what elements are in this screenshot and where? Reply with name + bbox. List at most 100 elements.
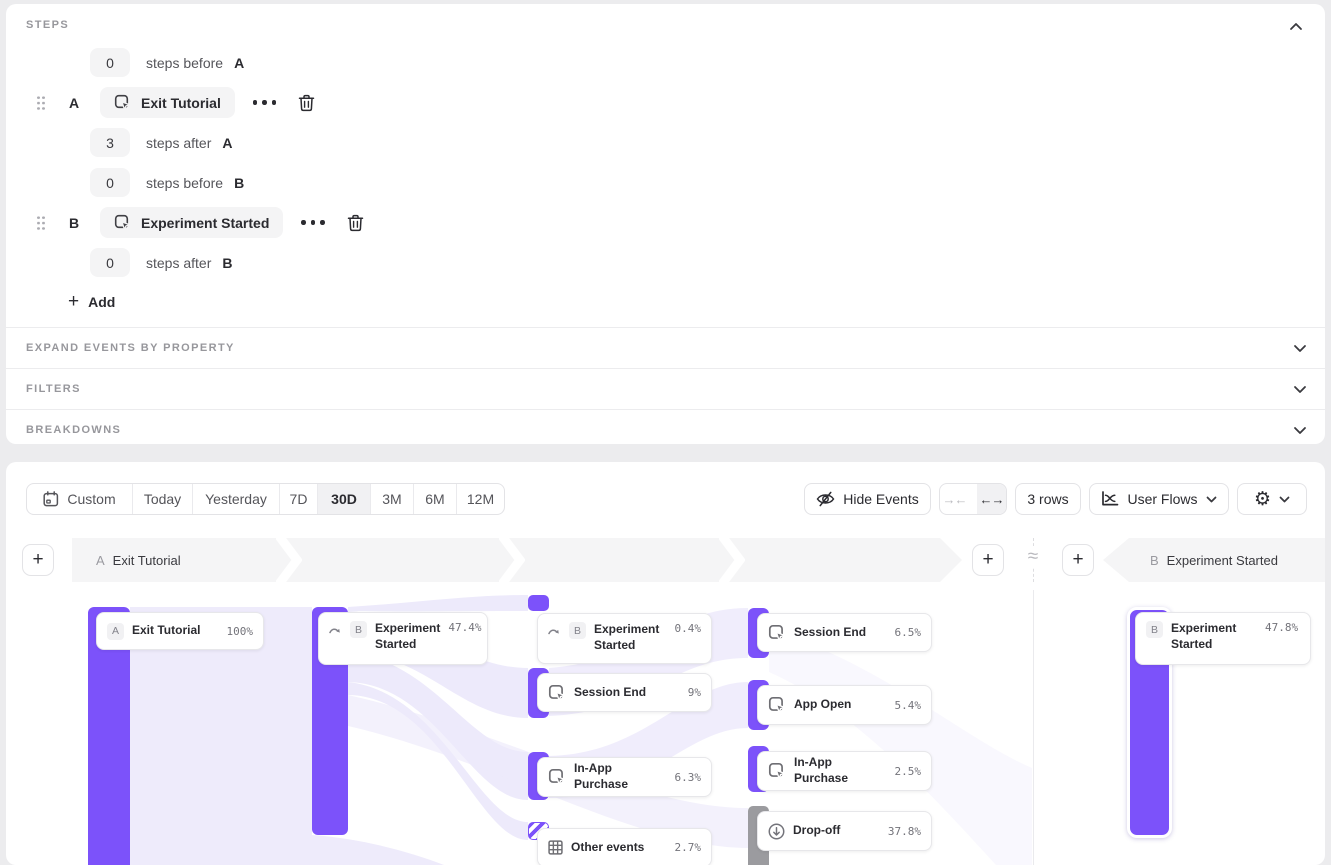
grid-icon <box>548 840 563 855</box>
flow-node-in-app-purchase-2[interactable]: In-App Purchase 2.5% <box>757 751 932 791</box>
flow-bar-experiment-started-small[interactable] <box>528 595 549 611</box>
section-breakdowns[interactable]: BREAKDOWNS <box>6 409 1325 450</box>
steps-panel: STEPS 0 steps before A A Exit Tutorial <box>6 4 1325 444</box>
date-range-30d-selected[interactable]: 30D <box>318 484 371 514</box>
flow-node-app-open[interactable]: App Open 5.4% <box>757 685 932 725</box>
steps-after-a-row: 3 steps after A <box>90 128 233 157</box>
steps-section-title: STEPS <box>26 19 69 31</box>
date-range-today[interactable]: Today <box>133 484 193 514</box>
event-click-icon <box>548 768 566 786</box>
steps-after-b-row: 0 steps after B <box>90 248 233 277</box>
steps-count-label: steps before <box>146 175 223 191</box>
date-range-12m[interactable]: 12M <box>457 484 504 514</box>
flow-node-experiment-started[interactable]: B Experiment Started 47.4% <box>318 612 488 665</box>
view-type-dropdown[interactable]: User Flows <box>1089 483 1229 515</box>
calendar-icon <box>43 491 59 507</box>
steps-count-label: steps after <box>146 135 211 151</box>
flow-node-session-end[interactable]: Session End 9% <box>537 673 712 712</box>
toolbar-right: Hide Events →← ←→ 3 rows User Flows ⚙ <box>804 483 1307 515</box>
event-picker-button[interactable]: Exit Tutorial <box>100 87 235 118</box>
event-click-icon <box>768 624 786 642</box>
step-row-b: B Experiment Started <box>6 207 364 238</box>
event-name: Experiment Started <box>141 215 269 231</box>
steps-before-a-row: 0 steps before A <box>90 48 244 77</box>
section-expand-events[interactable]: EXPAND EVENTS BY PROPERTY <box>6 327 1325 368</box>
step-ref-letter: A <box>222 135 232 151</box>
step-row-a: A Exit Tutorial <box>6 87 315 118</box>
step-letter: A <box>69 95 82 111</box>
hide-events-button[interactable]: Hide Events <box>804 483 931 515</box>
plus-icon: + <box>1072 549 1083 571</box>
date-range-picker: Custom Today Yesterday 7D 30D 3M 6M 12M <box>26 483 505 515</box>
gear-icon: ⚙ <box>1254 490 1271 509</box>
steps-count-input[interactable]: 0 <box>90 248 130 277</box>
add-step-button[interactable]: + Add <box>68 292 115 311</box>
band-chevron-icon <box>276 538 302 582</box>
chevron-down-icon <box>1293 344 1307 353</box>
step-ref-letter: B <box>234 175 244 191</box>
trash-icon[interactable] <box>347 214 364 232</box>
date-range-yesterday[interactable]: Yesterday <box>193 484 280 514</box>
step-ref-letter: A <box>234 55 244 71</box>
rows-count-button[interactable]: 3 rows <box>1015 483 1081 515</box>
flow-header-step-a[interactable]: A Exit Tutorial <box>96 553 181 568</box>
drag-handle-icon[interactable] <box>36 95 46 111</box>
settings-dropdown[interactable]: ⚙ <box>1237 483 1307 515</box>
step-letter: B <box>69 215 82 231</box>
section-filters[interactable]: FILTERS <box>6 368 1325 409</box>
add-step-between-button[interactable]: + <box>972 544 1004 576</box>
event-click-icon <box>548 684 566 702</box>
add-column-left-button[interactable]: + <box>22 544 54 576</box>
step-badge: B <box>569 622 586 639</box>
flow-node-experiment-started-final[interactable]: B Experiment Started 47.8% <box>1135 612 1311 665</box>
eye-off-icon <box>816 491 835 507</box>
event-name: Exit Tutorial <box>141 95 221 111</box>
curved-arrow-icon <box>329 624 342 635</box>
drag-handle-icon[interactable] <box>36 215 46 231</box>
curved-arrow-icon <box>548 625 561 636</box>
expand-width-button[interactable]: ←→ <box>977 484 1006 514</box>
plus-icon: + <box>68 292 79 311</box>
step-ref-letter: B <box>222 255 232 271</box>
date-range-7d[interactable]: 7D <box>280 484 318 514</box>
flow-node-exit-tutorial[interactable]: A Exit Tutorial 100% <box>96 612 264 650</box>
more-options-icon[interactable] <box>299 216 327 229</box>
steps-count-input[interactable]: 0 <box>90 48 130 77</box>
chevron-down-icon <box>1279 496 1290 503</box>
flow-node-experiment-started-small[interactable]: B Experiment Started 0.4% <box>537 613 712 664</box>
date-range-6m[interactable]: 6M <box>414 484 457 514</box>
add-step-right-button[interactable]: + <box>1062 544 1094 576</box>
flow-node-session-end-2[interactable]: Session End 6.5% <box>757 613 932 652</box>
trash-icon[interactable] <box>298 94 315 112</box>
collapse-steps-button[interactable] <box>1289 18 1309 34</box>
flow-node-other-events[interactable]: Other events 2.7% <box>537 828 712 865</box>
user-flows-icon <box>1101 491 1119 507</box>
step-badge: A <box>107 623 124 640</box>
plus-icon: + <box>32 549 43 571</box>
steps-count-label: steps after <box>146 255 211 271</box>
date-range-custom[interactable]: Custom <box>27 484 133 514</box>
chevron-down-icon <box>1206 496 1217 503</box>
steps-count-label: steps before <box>146 55 223 71</box>
event-picker-button[interactable]: Experiment Started <box>100 207 283 238</box>
date-range-3m[interactable]: 3M <box>371 484 414 514</box>
chevron-down-icon <box>1293 385 1307 394</box>
collapse-width-button[interactable]: →← <box>940 484 969 514</box>
step-badge: B <box>1146 621 1163 638</box>
band-chevron-icon <box>499 538 525 582</box>
step-badge: B <box>350 621 367 638</box>
flow-header-band-right: B Experiment Started <box>1103 538 1325 582</box>
flow-header-band: A Exit Tutorial <box>72 538 962 582</box>
event-click-icon <box>114 214 131 231</box>
width-toggle: →← ←→ <box>939 483 1007 515</box>
plus-icon: + <box>982 549 993 571</box>
flow-header-step-b[interactable]: B Experiment Started <box>1150 553 1278 568</box>
flow-node-drop-off[interactable]: Drop-off 37.8% <box>757 811 932 851</box>
event-click-icon <box>768 762 786 780</box>
report-panel: Custom Today Yesterday 7D 30D 3M 6M 12M … <box>6 462 1325 865</box>
flow-node-in-app-purchase[interactable]: In-App Purchase 6.3% <box>537 757 712 797</box>
steps-count-input[interactable]: 0 <box>90 168 130 197</box>
steps-count-input[interactable]: 3 <box>90 128 130 157</box>
steps-before-b-row: 0 steps before B <box>90 168 244 197</box>
more-options-icon[interactable] <box>251 96 279 109</box>
